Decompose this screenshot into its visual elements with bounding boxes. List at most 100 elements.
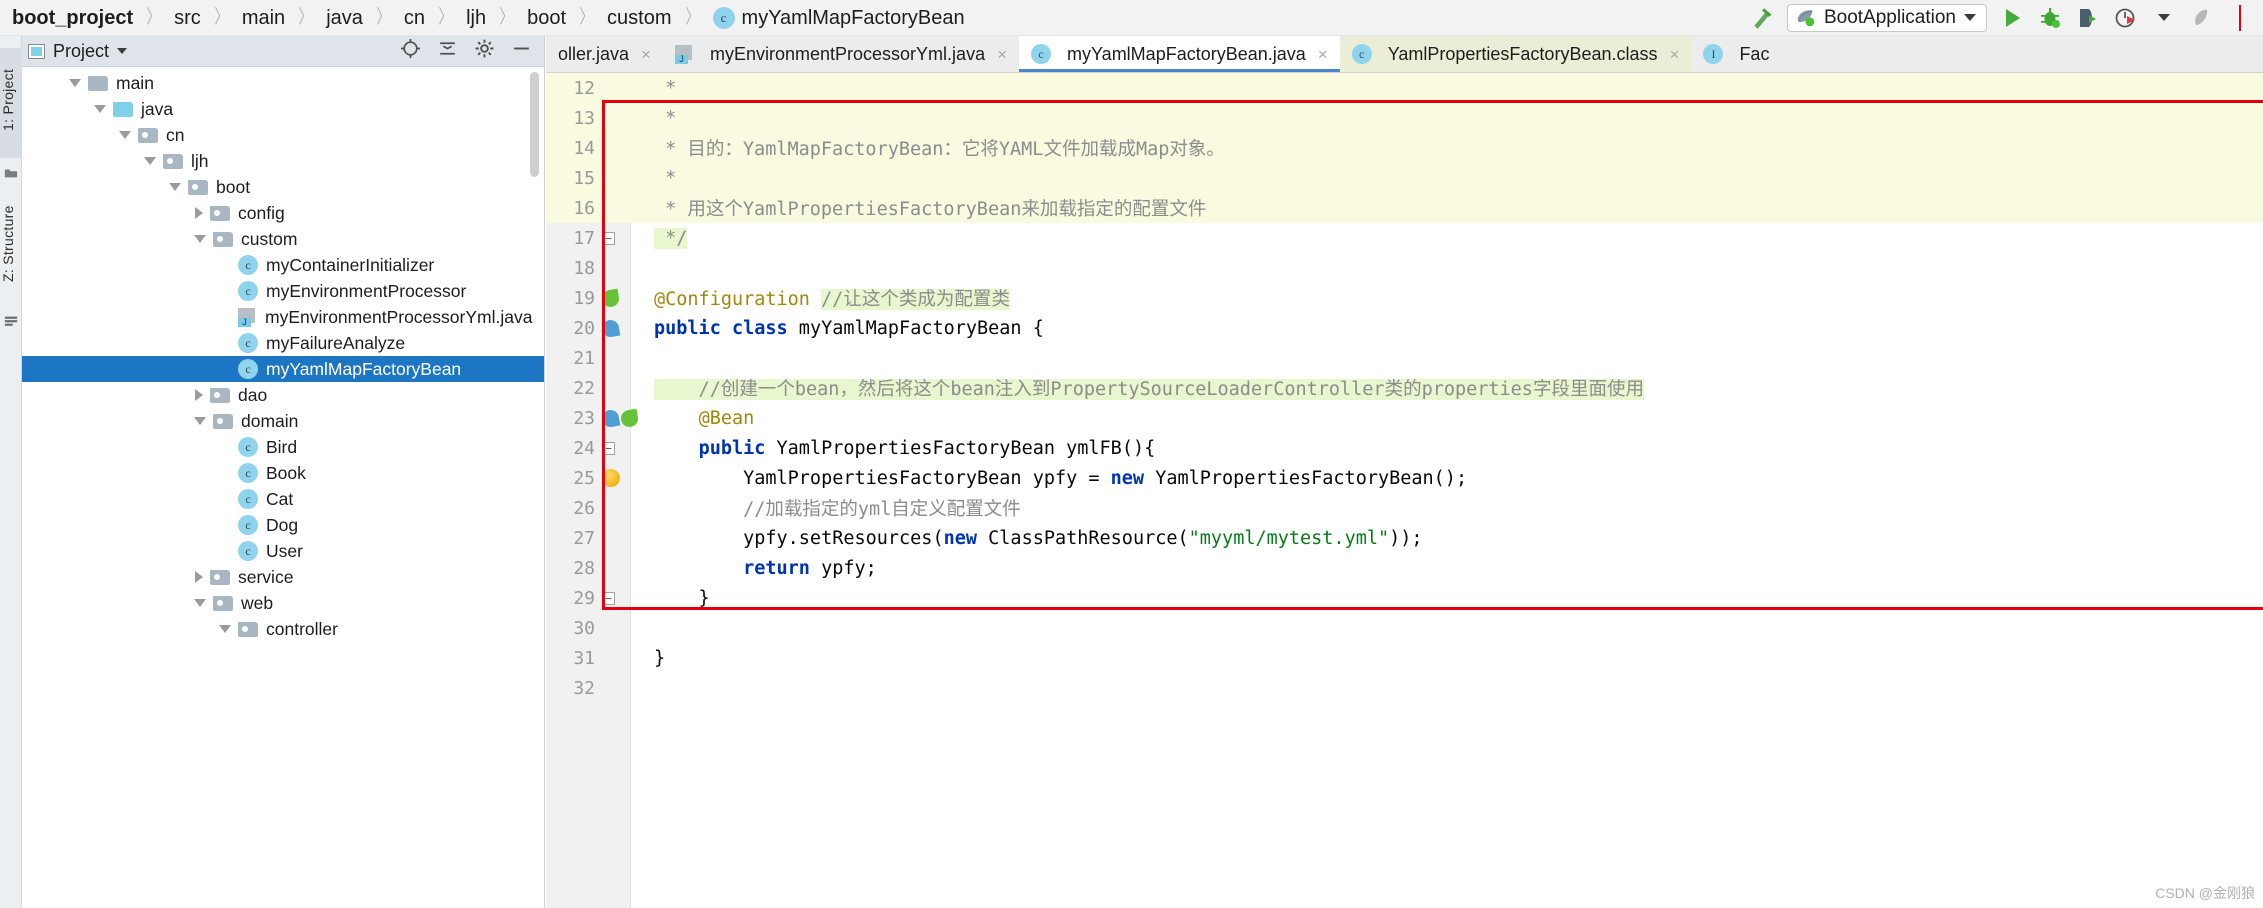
tree-item[interactable]: ljh [22, 148, 544, 174]
tree-item[interactable]: config [22, 200, 544, 226]
breadcrumb-item[interactable]: custom [605, 0, 673, 36]
code-line[interactable]: 23 @Bean [546, 403, 2263, 433]
tree-item[interactable]: c Cat [22, 486, 544, 512]
run-with-coverage-icon[interactable] [2069, 2, 2107, 34]
run-configuration-selector[interactable]: BootApplication [1786, 3, 1987, 32]
tree-item[interactable]: domain [22, 408, 544, 434]
fold-icon[interactable]: − [602, 441, 615, 455]
tree-item[interactable]: dao [22, 382, 544, 408]
tree-item-selected[interactable]: c myYamlMapFactoryBean [22, 356, 544, 382]
editor-tab[interactable]: c myYamlMapFactoryBean.java × [1019, 36, 1340, 72]
code-line[interactable]: 12 * [546, 73, 2263, 103]
code-line[interactable]: 27 ypfy.setResources(new ClassPathResour… [546, 523, 2263, 553]
chevron-down-icon[interactable] [119, 131, 131, 139]
chevron-down-icon[interactable] [1964, 14, 1976, 21]
project-tree[interactable]: main java cn ljh boot config custom c myContaine… [22, 67, 544, 642]
tree-item[interactable]: boot [22, 174, 544, 200]
code-line[interactable]: 17− */ [546, 223, 2263, 253]
chevron-down-icon[interactable] [194, 417, 206, 425]
tree-item[interactable]: service [22, 564, 544, 590]
spring-bean-icon[interactable] [600, 288, 621, 308]
editor-tab[interactable]: c YamlPropertiesFactoryBean.class × [1339, 36, 1692, 72]
code-line[interactable]: 18 [546, 253, 2263, 283]
fold-icon[interactable]: − [602, 591, 615, 605]
tree-item[interactable]: c myContainerInitializer [22, 252, 544, 278]
chevron-down-icon[interactable] [144, 157, 156, 165]
tree-item[interactable]: main [22, 70, 544, 96]
breadcrumb-item[interactable]: ljh [464, 0, 488, 36]
tree-item[interactable]: c myFailureAnalyze [22, 330, 544, 356]
gutter-marker[interactable] [600, 318, 652, 338]
tree-item[interactable]: controller [22, 616, 544, 642]
hide-panel-icon[interactable] [511, 38, 532, 64]
chevron-right-icon[interactable] [195, 389, 203, 401]
tree-item[interactable]: c Bird [22, 434, 544, 460]
navigate-bean-icon[interactable] [600, 408, 621, 428]
code-line[interactable]: 29− } [546, 583, 2263, 613]
code-line[interactable]: 15 * [546, 163, 2263, 193]
code-content[interactable]: 12 * 13 * 14 * 目的：YamlMapFactoryBean：它将Y… [546, 73, 2263, 703]
breadcrumb-item[interactable]: src [172, 0, 203, 36]
tree-item[interactable]: web [22, 590, 544, 616]
collapse-all-icon[interactable] [437, 38, 458, 64]
tree-item[interactable]: JmyEnvironmentProcessorYml.java [22, 304, 544, 330]
terminal-icon[interactable] [4, 314, 18, 328]
sidebar-item-project[interactable]: 1: Project [0, 48, 22, 158]
breadcrumb-item[interactable]: boot [525, 0, 568, 36]
code-line[interactable]: 22 //创建一个bean，然后将这个bean注入到PropertySource… [546, 373, 2263, 403]
gutter-marker[interactable] [602, 469, 652, 487]
close-icon[interactable]: × [1318, 46, 1328, 63]
run-icon[interactable] [1993, 2, 2031, 34]
gutter-marker[interactable]: − [602, 441, 652, 455]
chevron-down-icon[interactable] [194, 235, 206, 243]
code-line[interactable]: 28 return ypfy; [546, 553, 2263, 583]
code-line[interactable]: 14 * 目的：YamlMapFactoryBean：它将YAML文件加载成Ma… [546, 133, 2263, 163]
tree-item[interactable]: cn [22, 122, 544, 148]
breadcrumb-item[interactable]: java [324, 0, 365, 36]
hammer-icon[interactable] [1743, 2, 1781, 34]
locate-icon[interactable] [400, 38, 421, 64]
stop-icon[interactable] [2183, 2, 2221, 34]
editor-tab-bar[interactable]: oller.java × JmyEnvironmentProcessorYml.ja… [546, 36, 2263, 73]
close-icon[interactable]: × [997, 46, 1007, 63]
debug-icon[interactable] [2031, 2, 2069, 34]
chevron-right-icon[interactable] [195, 571, 203, 583]
tree-item[interactable]: custom [22, 226, 544, 252]
favorites-icon[interactable] [4, 166, 18, 180]
code-line[interactable]: 31} [546, 643, 2263, 673]
editor-tab[interactable]: I Fac [1691, 36, 1782, 72]
code-line[interactable]: 25 YamlPropertiesFactoryBean ypfy = new … [546, 463, 2263, 493]
project-scrollbar[interactable] [530, 72, 539, 177]
chevron-down-icon[interactable] [169, 183, 181, 191]
code-line[interactable]: 20 public class myYamlMapFactoryBean { [546, 313, 2263, 343]
tree-item[interactable]: c myEnvironmentProcessor [22, 278, 544, 304]
breadcrumb-item[interactable]: c myYamlMapFactoryBean [711, 0, 967, 36]
editor-tab[interactable]: oller.java × [546, 36, 663, 72]
breadcrumb-item[interactable]: boot_project [10, 0, 135, 36]
chevron-down-icon[interactable] [194, 599, 206, 607]
code-line[interactable]: 19 @Configuration //让这个类成为配置类 [546, 283, 2263, 313]
profiler-dropdown-icon[interactable] [2145, 2, 2183, 34]
gutter-marker[interactable]: − [602, 591, 652, 605]
chevron-down-icon[interactable] [117, 48, 128, 54]
tree-item[interactable]: java [22, 96, 544, 122]
tree-item[interactable]: c User [22, 538, 544, 564]
code-editor[interactable]: 12 * 13 * 14 * 目的：YamlMapFactoryBean：它将Y… [546, 73, 2263, 908]
code-line[interactable]: 21 [546, 343, 2263, 373]
gutter-marker[interactable] [600, 408, 652, 428]
breadcrumb[interactable]: boot_project 〉 src 〉 main 〉 java 〉 cn 〉 ljh 〉 boot 〉 c… [0, 0, 967, 36]
breadcrumb-item[interactable]: main [240, 0, 287, 36]
code-line[interactable]: 30 [546, 613, 2263, 643]
tree-item[interactable]: c Book [22, 460, 544, 486]
breadcrumb-item[interactable]: cn [402, 0, 427, 36]
code-line[interactable]: 26 //加载指定的yml自定义配置文件 [546, 493, 2263, 523]
code-line[interactable]: 16 * 用这个YamlPropertiesFactoryBean来加载指定的配… [546, 193, 2263, 223]
sidebar-item-structure[interactable]: Z: Structure [0, 184, 22, 304]
spring-bean-icon[interactable] [619, 408, 640, 428]
close-icon[interactable]: × [1670, 46, 1680, 63]
chevron-down-icon[interactable] [219, 625, 231, 633]
profiler-icon[interactable] [2107, 2, 2145, 34]
chevron-down-icon[interactable] [94, 105, 106, 113]
code-line[interactable]: 13 * [546, 103, 2263, 133]
code-line[interactable]: 32 [546, 673, 2263, 703]
